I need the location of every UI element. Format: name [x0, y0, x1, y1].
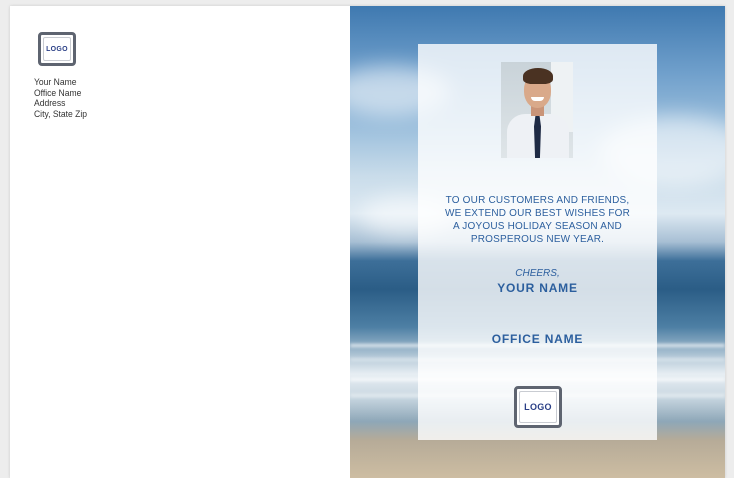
- signature-name: YOUR NAME: [497, 281, 578, 295]
- message-line: PROSPEROUS NEW YEAR.: [470, 234, 605, 245]
- address-line-name: Your Name: [34, 77, 77, 88]
- signoff-text: CHEERS,: [515, 268, 560, 279]
- card-front-panel: TO OUR CUSTOMERS AND FRIENDS, WE EXTEND …: [330, 6, 725, 478]
- message-overlay: TO OUR CUSTOMERS AND FRIENDS, WE EXTEND …: [418, 44, 657, 440]
- address-line-street: Address: [34, 98, 66, 109]
- message-line: WE EXTEND OUR BEST WISHES FOR: [444, 208, 631, 219]
- message-line: TO OUR CUSTOMERS AND FRIENDS,: [445, 195, 630, 206]
- office-name-text: OFFICE NAME: [491, 332, 584, 346]
- holiday-message: TO OUR CUSTOMERS AND FRIENDS, WE EXTEND …: [418, 194, 657, 246]
- return-address: Your Name Office Name Address City, Stat…: [34, 77, 88, 120]
- back-logo-placeholder: LOGO: [38, 32, 76, 66]
- back-logo-text: LOGO: [46, 45, 68, 53]
- agent-portrait-photo: [501, 62, 573, 158]
- card-back-panel: LOGO Your Name Office Name Address City,…: [10, 6, 350, 478]
- front-logo-text: LOGO: [524, 402, 552, 412]
- front-logo-placeholder: LOGO: [514, 386, 562, 428]
- address-line-city: City, State Zip: [34, 108, 88, 120]
- greeting-card: LOGO Your Name Office Name Address City,…: [10, 6, 725, 478]
- message-line: A JOYOUS HOLIDAY SEASON AND: [453, 221, 622, 232]
